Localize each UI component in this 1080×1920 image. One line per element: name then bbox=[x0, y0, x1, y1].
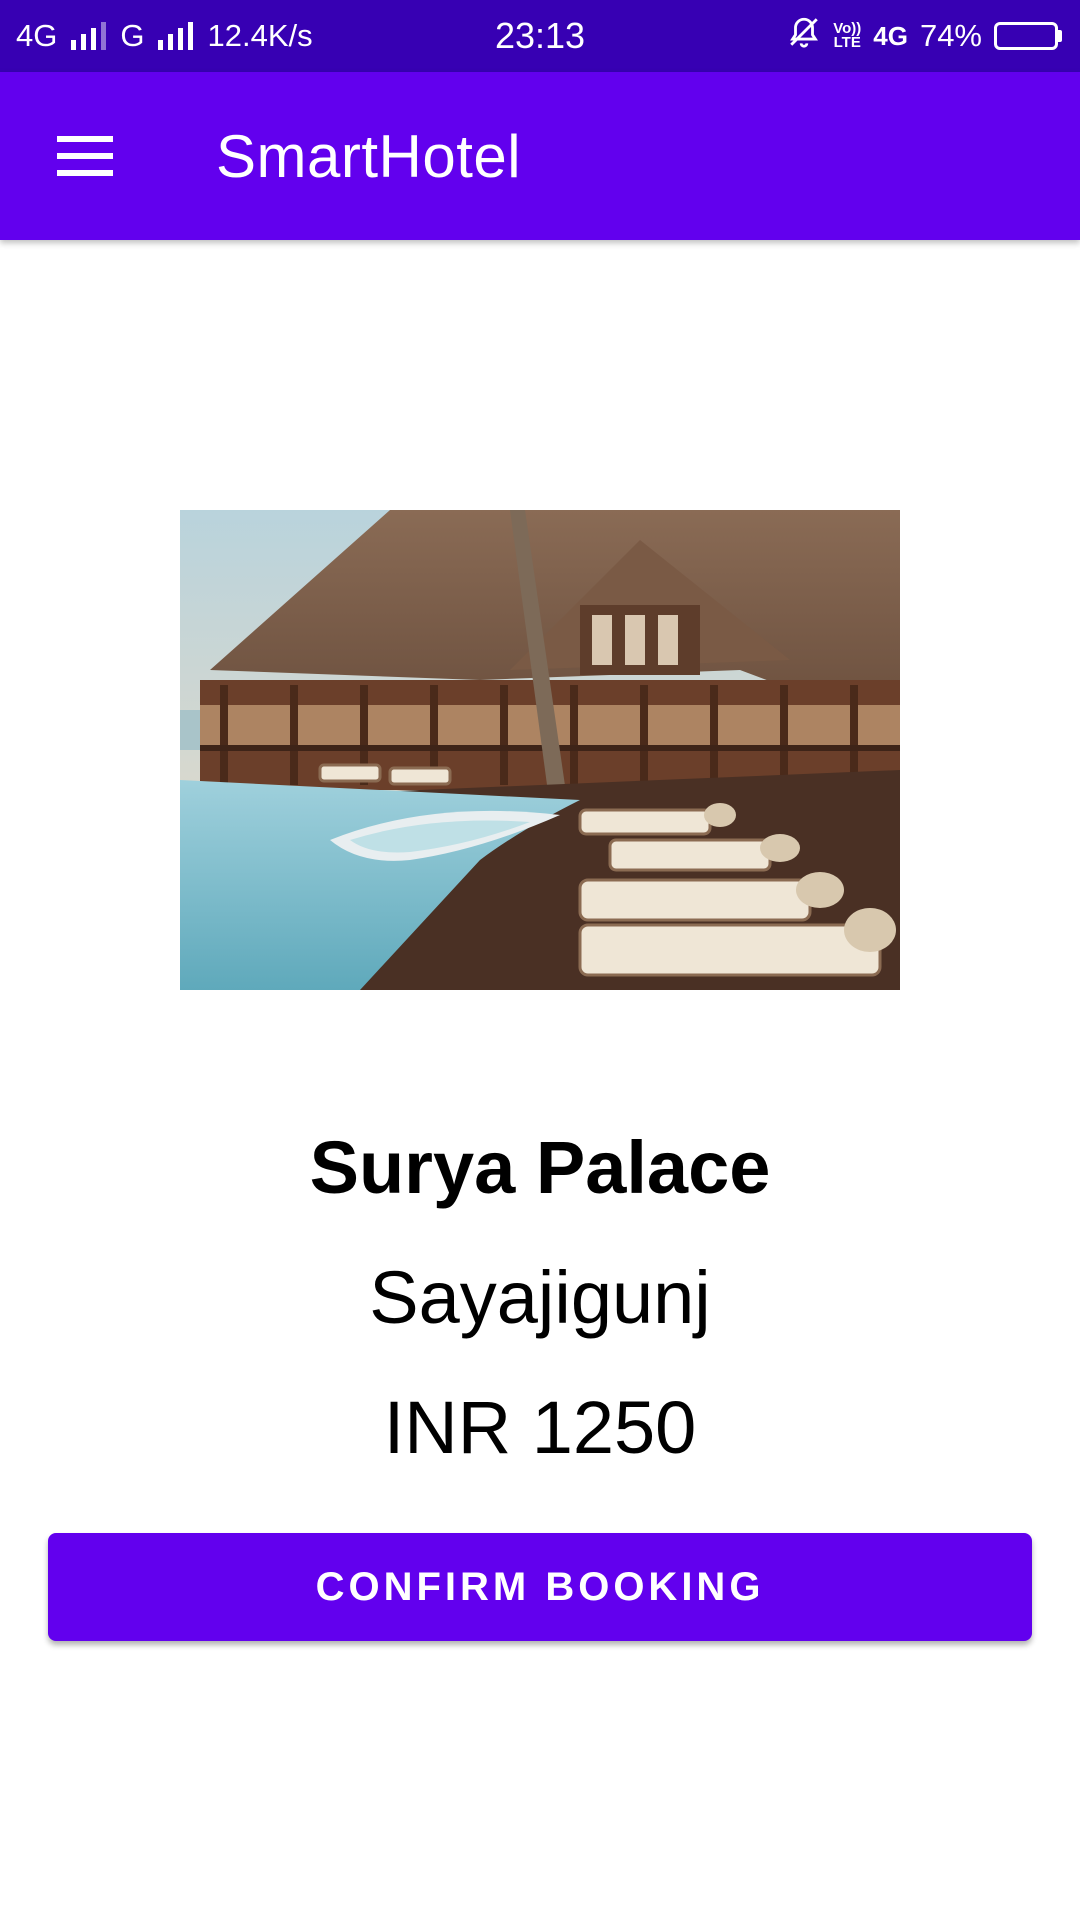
confirm-booking-button[interactable]: CONFIRM BOOKING bbox=[48, 1533, 1032, 1641]
volte-icon: Vo)) LTE bbox=[833, 21, 861, 51]
status-bar: 4G G 12.4K/s 23:13 Vo)) LTE 4G 74% bbox=[0, 0, 1080, 72]
network-type-3: 4G bbox=[873, 20, 908, 51]
hamburger-menu-icon bbox=[57, 136, 113, 176]
network-type-1: 4G bbox=[16, 18, 58, 53]
network-type-2: G bbox=[120, 18, 145, 53]
battery-percent: 74% bbox=[919, 18, 982, 53]
mute-bell-icon bbox=[787, 15, 821, 57]
signal-strength-icon bbox=[71, 22, 107, 50]
status-right: Vo)) LTE 4G 74% bbox=[787, 0, 1062, 72]
app-bar: SmartHotel bbox=[0, 72, 1080, 240]
status-time: 23:13 bbox=[494, 15, 586, 56]
signal-strength-icon-2 bbox=[158, 22, 194, 50]
app-title: SmartHotel bbox=[216, 122, 522, 190]
hotel-name: Surya Palace bbox=[309, 1126, 771, 1209]
hotel-location: Sayajigunj bbox=[369, 1256, 711, 1339]
status-left: 4G G 12.4K/s bbox=[16, 0, 313, 72]
battery-icon bbox=[994, 22, 1062, 50]
menu-button[interactable] bbox=[40, 116, 130, 196]
hotel-image bbox=[180, 510, 900, 990]
volte-bottom: LTE bbox=[833, 34, 861, 51]
hotel-price: INR 1250 bbox=[383, 1386, 697, 1469]
network-speed: 12.4K/s bbox=[207, 18, 313, 53]
